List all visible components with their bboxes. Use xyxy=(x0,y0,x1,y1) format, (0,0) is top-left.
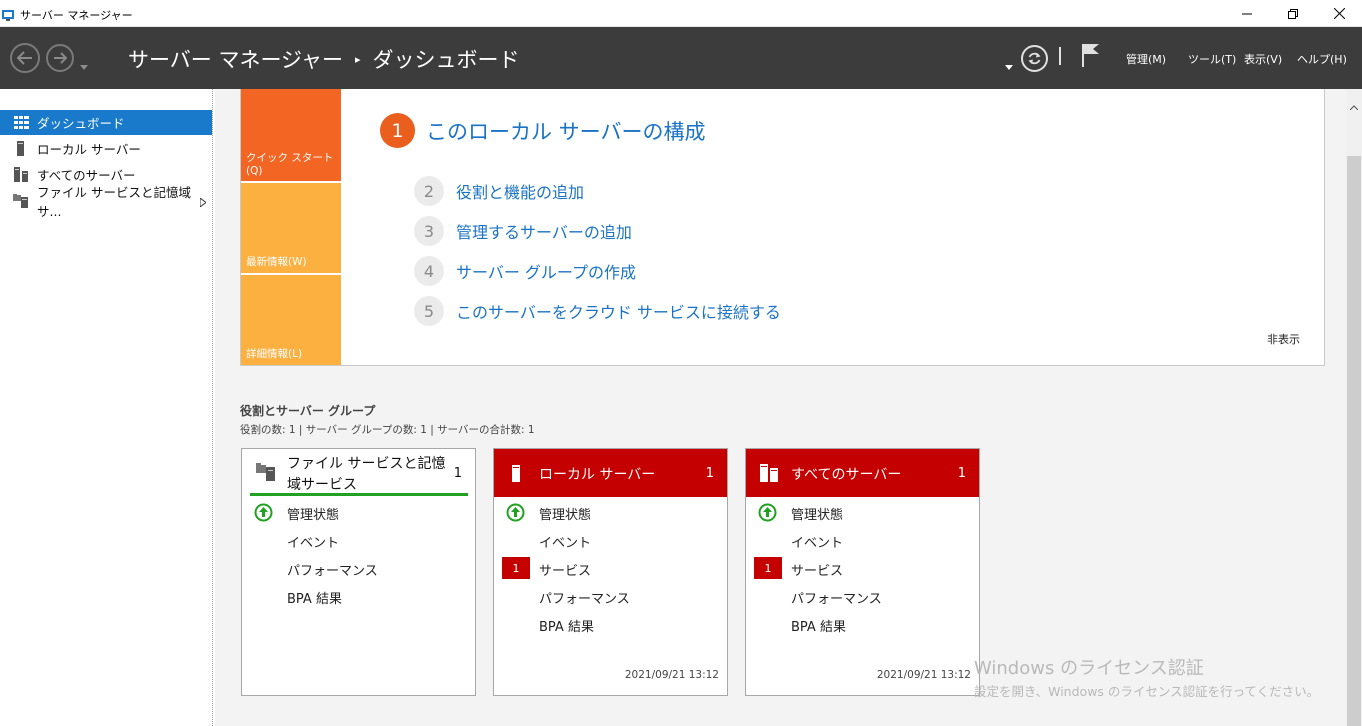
tile-title: ファイル サービスと記憶域サービス xyxy=(287,456,446,493)
step-add-roles[interactable]: 2 役割と機能の追加 xyxy=(414,176,584,206)
back-button[interactable] xyxy=(10,43,40,73)
history-dropdown-icon[interactable] xyxy=(80,55,88,74)
row-performance[interactable]: パフォーマンス xyxy=(791,588,882,607)
close-button[interactable] xyxy=(1316,0,1362,27)
servers-icon xyxy=(13,167,29,183)
window-title: サーバー マネージャー xyxy=(20,9,133,22)
restore-button[interactable] xyxy=(1270,0,1316,27)
step-create-group[interactable]: 4 サーバー グループの作成 xyxy=(414,256,636,286)
refresh-icon[interactable] xyxy=(1021,45,1048,72)
status-ok-arrow-icon xyxy=(758,503,777,522)
header-divider xyxy=(1059,47,1061,65)
step-add-servers[interactable]: 3 管理するサーバーの追加 xyxy=(414,216,632,246)
tile-all-servers[interactable]: すべてのサーバー 1 管理状態 イベント 1 サービス パフォーマンス BPA … xyxy=(745,448,980,696)
step-number: 2 xyxy=(414,176,444,206)
tile-header[interactable]: すべてのサーバー 1 xyxy=(746,449,979,497)
roles-section-title: 役割とサーバー グループ xyxy=(240,404,376,418)
step-link[interactable]: 管理するサーバーの追加 xyxy=(456,219,632,243)
tile-timestamp: 2021/09/21 13:12 xyxy=(624,669,719,681)
tile-header[interactable]: ローカル サーバー 1 xyxy=(494,449,727,497)
tile-timestamp: 2021/09/21 13:12 xyxy=(876,669,971,681)
alert-count-badge: 1 xyxy=(754,557,782,579)
step-configure-local-server[interactable]: 1 このローカル サーバーの構成 xyxy=(380,113,705,148)
servers-icon xyxy=(760,464,780,486)
scroll-up-arrow-icon[interactable] xyxy=(1349,95,1359,114)
status-ok-arrow-icon xyxy=(506,503,525,522)
roles-summary: 役割の数: 1 | サーバー グループの数: 1 | サーバーの合計数: 1 xyxy=(240,424,535,436)
server-manager-app-icon xyxy=(2,7,16,21)
tile-count: 1 xyxy=(453,466,462,481)
row-bpa[interactable]: BPA 結果 xyxy=(791,616,846,635)
menu-tools[interactable]: ツール(T) xyxy=(1188,51,1236,67)
chevron-right-icon[interactable] xyxy=(199,195,207,210)
file-services-icon xyxy=(256,463,276,485)
row-services[interactable]: サービス xyxy=(791,560,843,579)
sidebar-item-local-server[interactable]: ローカル サーバー xyxy=(0,136,212,161)
sidebar-item-label: ローカル サーバー xyxy=(37,142,141,157)
row-manageability[interactable]: 管理状態 xyxy=(791,504,843,523)
sidebar-item-label: ファイル サービスと記憶域サ... xyxy=(37,184,191,219)
alert-count-badge: 1 xyxy=(502,557,530,579)
step-connect-cloud[interactable]: 5 このサーバーをクラウド サービスに接続する xyxy=(414,296,781,326)
forward-button[interactable] xyxy=(46,44,74,72)
sidebar: ダッシュボード ローカル サーバー すべてのサーバー ファイル サービスと記憶域… xyxy=(0,89,213,726)
step-number: 5 xyxy=(414,296,444,326)
menu-manage[interactable]: 管理(M) xyxy=(1126,51,1166,67)
row-bpa[interactable]: BPA 結果 xyxy=(539,616,594,635)
tab-learn-more[interactable]: 詳細情報(L) xyxy=(241,275,341,365)
tile-count: 1 xyxy=(705,466,714,481)
tab-whats-new[interactable]: 最新情報(W) xyxy=(241,183,341,273)
step-link[interactable]: このローカル サーバーの構成 xyxy=(426,116,705,146)
menu-view[interactable]: 表示(V) xyxy=(1244,51,1282,67)
notification-flag-icon[interactable] xyxy=(1080,43,1100,72)
tile-header[interactable]: ファイル サービスと記憶域サービス 1 xyxy=(242,449,475,497)
activation-watermark-title: Windows のライセンス認証 xyxy=(974,658,1204,679)
tile-local-server[interactable]: ローカル サーバー 1 管理状態 イベント 1 サービス パフォーマンス BPA… xyxy=(493,448,728,696)
server-icon xyxy=(13,141,29,157)
menu-help[interactable]: ヘルプ(H) xyxy=(1297,51,1347,67)
row-events[interactable]: イベント xyxy=(791,532,843,551)
breadcrumb-separator: ▸ xyxy=(355,52,361,66)
tile-title: すべてのサーバー xyxy=(791,467,902,483)
hide-quickstart-link[interactable]: 非表示 xyxy=(1267,331,1300,347)
step-link[interactable]: サーバー グループの作成 xyxy=(456,259,636,283)
row-manageability[interactable]: 管理状態 xyxy=(539,504,591,523)
tile-file-services[interactable]: ファイル サービスと記憶域サービス 1 管理状態 イベント パフォーマンス BP… xyxy=(241,448,476,696)
sidebar-item-dashboard[interactable]: ダッシュボード xyxy=(0,110,212,135)
status-ok-arrow-icon xyxy=(254,503,273,522)
file-services-icon xyxy=(13,193,29,209)
breadcrumb-page: ダッシュボード xyxy=(372,48,520,72)
tile-count: 1 xyxy=(957,466,966,481)
minimize-button[interactable] xyxy=(1224,0,1270,27)
row-events[interactable]: イベント xyxy=(287,532,339,551)
dashboard-icon xyxy=(13,115,29,131)
step-number: 1 xyxy=(380,113,415,148)
step-link[interactable]: 役割と機能の追加 xyxy=(456,179,584,203)
title-bar: サーバー マネージャー xyxy=(0,0,1362,27)
tile-title: ローカル サーバー xyxy=(539,467,656,483)
step-link[interactable]: このサーバーをクラウド サービスに接続する xyxy=(456,299,781,323)
header-bar: サーバー マネージャー ▸ ダッシュボード 管理(M) ツール(T) 表示(V)… xyxy=(0,27,1362,89)
row-events[interactable]: イベント xyxy=(539,532,591,551)
vertical-scrollbar[interactable] xyxy=(1346,89,1362,726)
sidebar-item-label: ダッシュボード xyxy=(37,116,125,131)
step-number: 3 xyxy=(414,216,444,246)
activation-watermark-text: 設定を開き、Windows のライセンス認証を行ってください。 xyxy=(974,684,1320,699)
step-number: 4 xyxy=(414,256,444,286)
row-performance[interactable]: パフォーマンス xyxy=(287,560,378,579)
breadcrumb-app[interactable]: サーバー マネージャー xyxy=(128,44,343,74)
row-bpa[interactable]: BPA 結果 xyxy=(287,588,342,607)
row-services[interactable]: サービス xyxy=(539,560,591,579)
row-manageability[interactable]: 管理状態 xyxy=(287,504,339,523)
status-ok-bar xyxy=(250,493,468,496)
notifications-dropdown-icon[interactable] xyxy=(1005,55,1013,74)
tab-quick-start[interactable]: クイック スタート(Q) xyxy=(241,89,341,181)
breadcrumb: サーバー マネージャー ▸ ダッシュボード xyxy=(128,44,520,74)
scrollbar-thumb[interactable] xyxy=(1347,156,1361,726)
sidebar-item-file-services[interactable]: ファイル サービスと記憶域サ... xyxy=(0,185,212,219)
row-performance[interactable]: パフォーマンス xyxy=(539,588,630,607)
server-icon xyxy=(512,465,520,486)
